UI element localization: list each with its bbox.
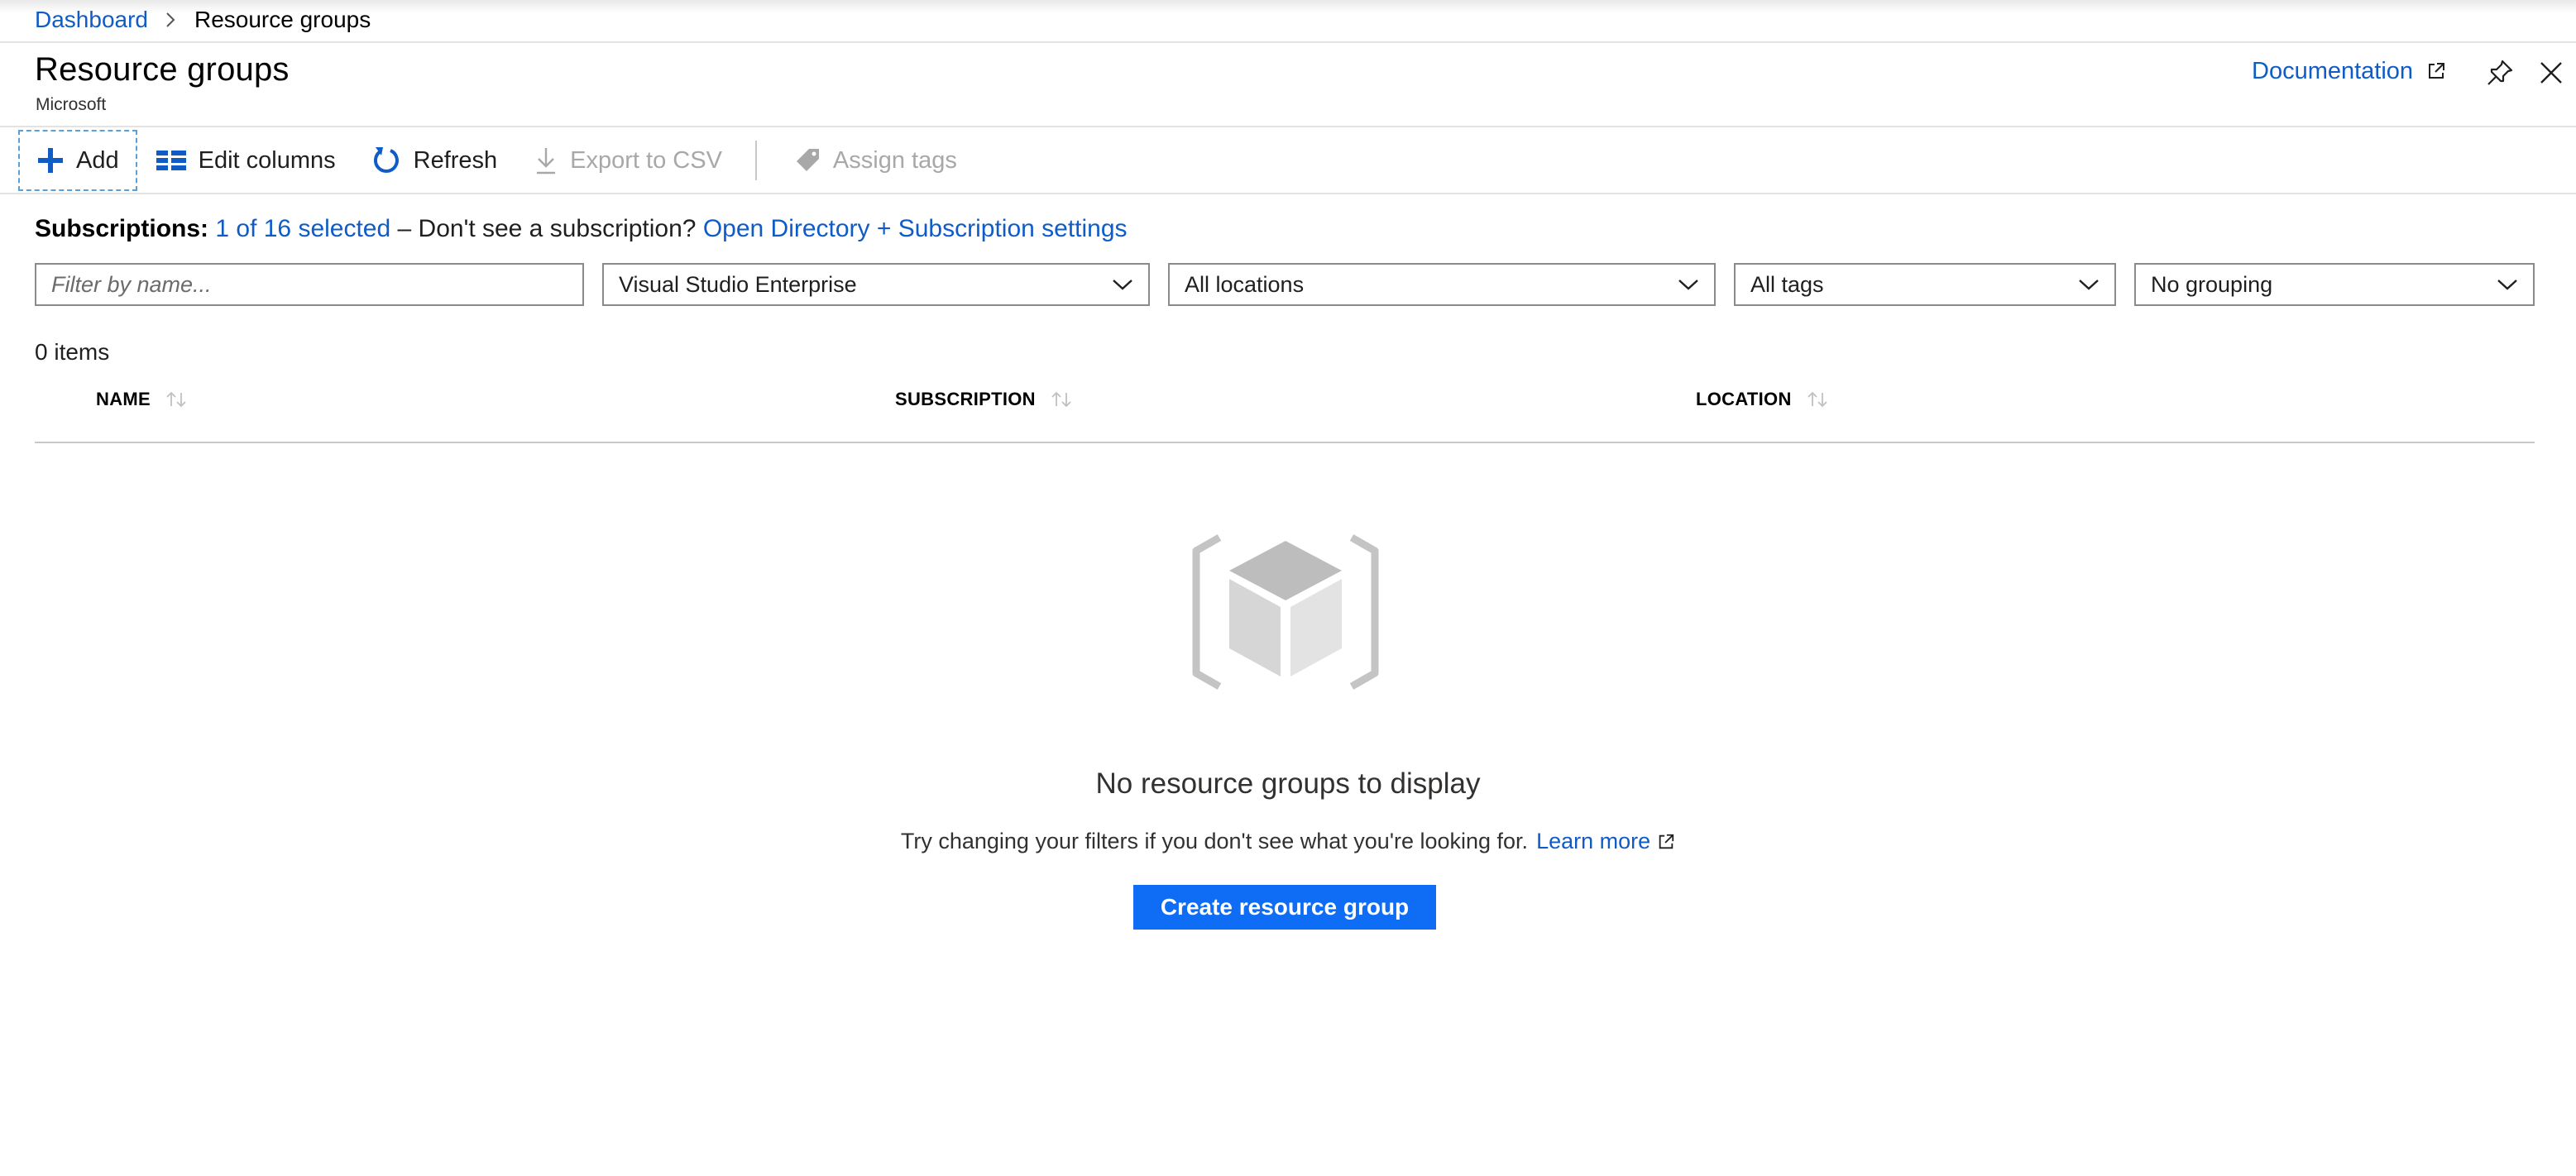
sort-icon <box>166 391 186 408</box>
tags-dropdown[interactable]: All tags <box>1734 263 2116 306</box>
create-resource-group-button[interactable]: Create resource group <box>1133 885 1436 930</box>
subscriptions-label: Subscriptions: <box>35 215 209 242</box>
pin-icon[interactable] <box>2482 55 2518 91</box>
learn-more-link[interactable]: Learn more <box>1536 829 1650 854</box>
plus-icon <box>38 148 63 173</box>
chevron-down-icon <box>1112 278 1133 291</box>
chevron-right-icon <box>165 11 176 29</box>
empty-state-hint: Try changing your filters if you don't s… <box>900 829 1529 853</box>
column-header-subscription[interactable]: SUBSCRIPTION <box>895 389 1072 410</box>
location-dropdown-value: All locations <box>1185 271 1305 297</box>
empty-state-title: No resource groups to display <box>1095 767 1481 800</box>
edit-columns-button[interactable]: Edit columns <box>137 129 354 192</box>
empty-state-description: Try changing your filters if you don't s… <box>0 829 2576 854</box>
page-subtitle: Microsoft <box>36 95 107 114</box>
external-link-icon <box>2429 63 2445 79</box>
items-count: 0 items <box>35 339 110 365</box>
grouping-dropdown[interactable]: No grouping <box>2134 263 2535 306</box>
assign-tags-button[interactable]: Assign tags <box>775 129 975 192</box>
column-header-name-label: NAME <box>96 389 151 409</box>
subscriptions-selected-link[interactable]: 1 of 16 selected <box>215 215 390 242</box>
resource-group-icon <box>1188 534 1383 696</box>
add-button[interactable]: Add <box>18 130 137 191</box>
export-csv-label: Export to CSV <box>570 146 722 174</box>
chevron-down-icon <box>1678 278 1699 291</box>
page-title: Resource groups <box>35 51 290 88</box>
filter-by-name-field[interactable] <box>35 263 584 306</box>
chevron-down-icon <box>2497 278 2518 291</box>
refresh-icon <box>373 147 399 173</box>
chevron-down-icon <box>2078 278 2100 291</box>
column-header-location-label: LOCATION <box>1696 389 1792 409</box>
subscription-settings-link[interactable]: Open Directory + Subscription settings <box>703 215 1128 242</box>
refresh-label: Refresh <box>413 146 498 174</box>
sort-icon <box>1051 391 1071 408</box>
top-bar <box>0 0 2576 43</box>
close-icon[interactable] <box>2533 55 2569 91</box>
toolbar-divider-line <box>0 193 2576 194</box>
documentation-link[interactable]: Documentation <box>2252 55 2446 88</box>
assign-tags-label: Assign tags <box>832 146 957 174</box>
add-label: Add <box>76 146 119 174</box>
location-dropdown[interactable]: All locations <box>1168 263 1716 306</box>
filter-by-name-input[interactable] <box>51 271 567 298</box>
breadcrumb-current: Resource groups <box>194 7 371 32</box>
toolbar-divider <box>754 141 757 180</box>
tags-dropdown-value: All tags <box>1750 271 1824 297</box>
breadcrumb-dashboard-link[interactable]: Dashboard <box>35 7 148 33</box>
refresh-button[interactable]: Refresh <box>354 129 516 192</box>
documentation-label[interactable]: Documentation <box>2252 58 2413 85</box>
subscription-dropdown[interactable]: Visual Studio Enterprise <box>602 263 1150 306</box>
subscriptions-bar: Subscriptions: 1 of 16 selected – Don't … <box>35 215 1128 243</box>
subscription-dropdown-value: Visual Studio Enterprise <box>619 271 857 297</box>
download-icon <box>537 148 556 174</box>
tag-icon <box>796 149 819 171</box>
header-divider <box>0 126 2576 127</box>
external-link-icon <box>1659 834 1674 849</box>
subscriptions-hint: – Don't see a subscription? <box>397 215 697 242</box>
edit-columns-label: Edit columns <box>198 146 336 174</box>
grouping-dropdown-value: No grouping <box>2151 271 2273 297</box>
breadcrumb: Dashboard Resource groups <box>35 2 371 38</box>
column-header-name[interactable]: NAME <box>96 389 187 410</box>
export-csv-button[interactable]: Export to CSV <box>515 129 740 192</box>
command-bar: Add Edit columns Refresh Export to CSV A… <box>18 129 975 192</box>
column-header-location[interactable]: LOCATION <box>1696 389 1828 410</box>
columns-icon <box>156 151 186 170</box>
column-header-subscription-label: SUBSCRIPTION <box>895 389 1036 409</box>
sort-icon <box>1808 391 1827 408</box>
table-header-divider <box>35 442 2535 443</box>
